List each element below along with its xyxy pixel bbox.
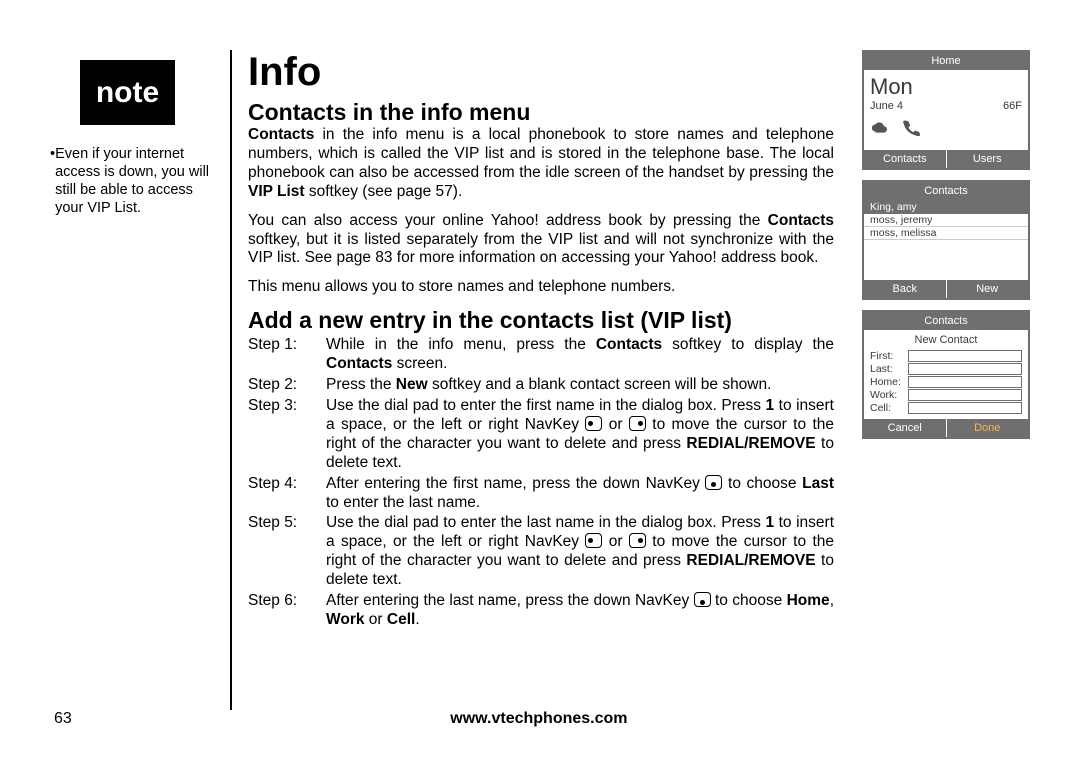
vertical-divider (230, 50, 232, 710)
section-heading-add-entry: Add a new entry in the contacts list (VI… (248, 307, 834, 334)
bold-viplist: VIP List (248, 183, 305, 200)
phone3-header: Contacts (864, 312, 1028, 330)
navkey-right-icon (629, 533, 646, 548)
handset-icon (900, 118, 922, 138)
note-label: note (96, 76, 159, 110)
step-3: Step 3: Use the dial pad to enter the fi… (248, 397, 834, 473)
note-sidebar: note • Even if your internet access is d… (50, 50, 230, 710)
navkey-down-icon (705, 475, 722, 490)
phone3-title: New Contact (870, 334, 1022, 346)
main-column: Info Contacts in the info menu Contacts … (248, 50, 848, 710)
phone-contacts-list: Contacts King, amy moss, jeremy moss, me… (862, 180, 1030, 300)
step-4: Step 4: After entering the first name, p… (248, 475, 834, 513)
page-footer: 63 www.vtechphones.com (50, 710, 1030, 728)
phone2-selected: King, amy (864, 200, 1028, 214)
step-1: Step 1: While in the info menu, press th… (248, 336, 834, 374)
phone1-softkey-users: Users (947, 150, 1029, 168)
paragraph-2: You can also access your online Yahoo! a… (248, 212, 834, 269)
paragraph-1: Contacts in the info menu is a local pho… (248, 126, 834, 202)
content-row: note • Even if your internet access is d… (50, 50, 1030, 710)
field-cell (908, 402, 1022, 414)
page-number: 63 (54, 710, 72, 728)
field-home (908, 376, 1022, 388)
phone1-header: Home (864, 52, 1028, 70)
phone2-item: moss, melissa (864, 227, 1028, 240)
phone1-day: Mon (870, 74, 1022, 100)
note-bullet: • Even if your internet access is down, … (50, 145, 220, 218)
phone1-softkey-contacts: Contacts (864, 150, 947, 168)
field-first (908, 350, 1022, 362)
manual-page: note • Even if your internet access is d… (50, 50, 1030, 720)
navkey-down-icon (694, 592, 711, 607)
footer-url: www.vtechphones.com (450, 710, 627, 728)
field-work (908, 389, 1022, 401)
section-heading-contacts: Contacts in the info menu (248, 99, 834, 126)
step-6: Step 6: After entering the last name, pr… (248, 592, 834, 630)
paragraph-3: This menu allows you to store names and … (248, 278, 834, 297)
phone2-softkey-new: New (947, 280, 1029, 298)
phone3-softkey-done: Done (947, 419, 1029, 437)
steps-list: Step 1: While in the info menu, press th… (248, 336, 834, 630)
weather-icon (870, 118, 892, 138)
phone2-softkey-back: Back (864, 280, 947, 298)
phone1-date: June 4 (870, 100, 903, 112)
note-bullet-text: Even if your internet access is down, yo… (55, 145, 220, 218)
navkey-left-icon (585, 416, 602, 431)
note-label-box: note (80, 60, 175, 125)
page-title: Info (248, 50, 834, 95)
phone-home-screen: Home Mon June 4 66F (862, 50, 1030, 170)
field-last (908, 363, 1022, 375)
phone-screenshots-column: Home Mon June 4 66F (848, 50, 1030, 710)
phone-new-contact: Contacts New Contact First: Last: Home: … (862, 310, 1030, 439)
navkey-right-icon (629, 416, 646, 431)
phone2-item: moss, jeremy (864, 214, 1028, 227)
phone2-header: Contacts (864, 182, 1028, 200)
phone1-temp: 66F (1003, 100, 1022, 112)
step-2: Step 2: Press the New softkey and a blan… (248, 376, 834, 395)
phone3-softkey-cancel: Cancel (864, 419, 947, 437)
navkey-left-icon (585, 533, 602, 548)
step-5: Step 5: Use the dial pad to enter the la… (248, 514, 834, 590)
bold-contacts: Contacts (248, 126, 314, 143)
